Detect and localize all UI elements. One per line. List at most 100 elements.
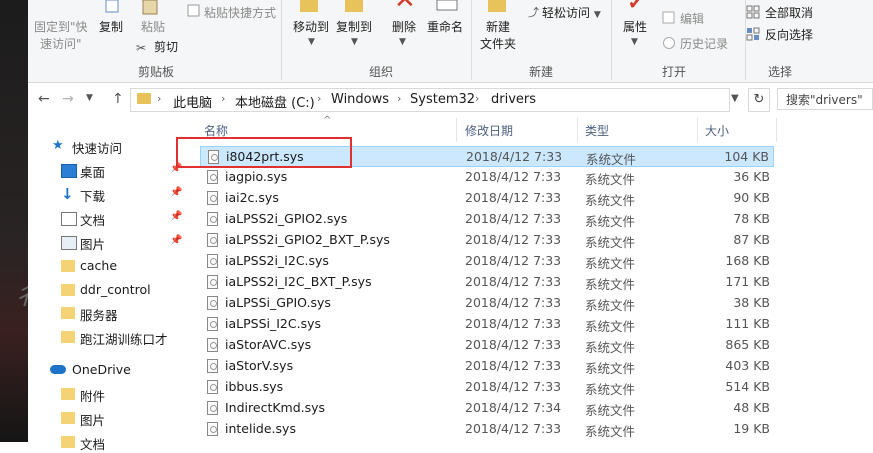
properties-chevron-down-icon[interactable]: ▼ bbox=[631, 34, 638, 50]
table-row[interactable]: i8042prt.sys 2018/4/12 7:33 系统文件 104 KB bbox=[200, 146, 774, 167]
move-to-chevron-down-icon[interactable]: ▼ bbox=[308, 34, 315, 50]
refresh-icon[interactable]: ↻ bbox=[748, 88, 770, 112]
file-modified-date: 2018/4/12 7:33 bbox=[465, 211, 562, 226]
sort-ascending-icon: ^ bbox=[323, 115, 332, 126]
address-history-chevron-icon[interactable]: ▼ bbox=[731, 93, 739, 104]
table-row[interactable]: iaLPSSi_I2C.sys 2018/4/12 7:33 系统文件 111 KB bbox=[200, 314, 774, 335]
file-type: 系统文件 bbox=[586, 152, 637, 167]
back-arrow-icon[interactable]: ← bbox=[38, 91, 50, 107]
delete-button[interactable]: 删除 bbox=[392, 19, 416, 35]
properties-button[interactable]: 属性 bbox=[623, 19, 647, 35]
rename-button[interactable]: 重命名 bbox=[427, 19, 463, 35]
nav-item-pictures[interactable]: 图片 📌 bbox=[28, 231, 188, 253]
new-folder-button[interactable]: 新建 bbox=[486, 19, 510, 35]
column-header-name[interactable]: 名称 bbox=[204, 122, 228, 139]
crumb-separator-icon[interactable]: › bbox=[157, 92, 161, 105]
history-icon bbox=[663, 37, 675, 49]
move-to-label: 移动到 bbox=[293, 20, 330, 34]
paste-shortcut-button[interactable]: 粘贴快捷方式 bbox=[204, 5, 276, 21]
column-header-date[interactable]: 修改日期 bbox=[465, 122, 513, 139]
table-row[interactable]: ibbus.sys 2018/4/12 7:33 系统文件 514 KB bbox=[200, 377, 774, 398]
system-file-icon bbox=[207, 359, 218, 373]
folder-icon bbox=[61, 260, 75, 272]
clipboard-group-label: 剪贴板 bbox=[138, 65, 175, 79]
nav-item-downloads[interactable]: ↓ 下载 📌 bbox=[28, 183, 188, 205]
breadcrumb-this-pc[interactable]: 此电脑 bbox=[173, 92, 212, 111]
move-to-icon bbox=[300, 0, 318, 12]
column-divider[interactable] bbox=[577, 118, 578, 142]
table-row[interactable]: iaLPSS2i_I2C_BXT_P.sys 2018/4/12 7:33 系统文件… bbox=[200, 272, 774, 293]
pin-quick-access-button[interactable]: 固定到"快 bbox=[34, 19, 88, 35]
table-row[interactable]: iaStorAVC.sys 2018/4/12 7:33 系统文件 865 KB bbox=[200, 335, 774, 356]
table-row[interactable]: IndirectKmd.sys 2018/4/12 7:34 系统文件 48 KB bbox=[200, 398, 774, 419]
select-none-button[interactable]: 全部取消 bbox=[765, 5, 813, 21]
table-row[interactable]: intelide.sys 2018/4/12 7:33 系统文件 19 KB bbox=[200, 419, 774, 440]
file-size: 403 KB bbox=[725, 358, 770, 373]
nav-item-desktop[interactable]: 桌面 📌 bbox=[28, 159, 188, 181]
paste-shortcut-icon bbox=[187, 4, 200, 17]
up-arrow-icon[interactable]: ↑ bbox=[112, 91, 124, 107]
column-divider[interactable] bbox=[456, 118, 457, 142]
nav-onedrive[interactable]: OneDrive bbox=[28, 359, 188, 381]
copy-to-chevron-down-icon[interactable]: ▼ bbox=[351, 34, 358, 50]
forward-arrow-icon[interactable]: → bbox=[62, 91, 74, 107]
breadcrumb-drivers[interactable]: drivers bbox=[491, 92, 536, 107]
table-row[interactable]: iaLPSS2i_GPIO2.sys 2018/4/12 7:33 系统文件 78 K… bbox=[200, 209, 774, 230]
column-header-size[interactable]: 大小 bbox=[705, 122, 729, 139]
column-divider[interactable] bbox=[776, 118, 777, 142]
move-to-button[interactable]: 移动到 bbox=[293, 19, 329, 35]
easy-access-button[interactable]: 轻松访问 ▼ bbox=[542, 5, 601, 23]
pin-quick-access-label: 固定到"快 bbox=[34, 20, 88, 34]
edit-button[interactable]: 编辑 bbox=[680, 11, 704, 27]
column-divider[interactable] bbox=[697, 118, 698, 142]
pin-quick-access-label-2: 速访问" bbox=[40, 37, 82, 51]
column-header-type[interactable]: 类型 bbox=[585, 122, 609, 139]
nav-item-speech-training[interactable]: 跑江湖训练口才 bbox=[28, 326, 188, 348]
nav-item-documents[interactable]: 文档 📌 bbox=[28, 207, 188, 229]
file-type: 系统文件 bbox=[585, 424, 636, 439]
nav-item-ddr-control[interactable]: ddr_control bbox=[28, 279, 188, 301]
nav-item-cache[interactable]: cache bbox=[28, 255, 188, 277]
copy-button[interactable]: 复制 bbox=[99, 19, 123, 35]
file-type: 系统文件 bbox=[585, 403, 636, 418]
history-button[interactable]: 历史记录 bbox=[680, 36, 728, 52]
system-file-icon bbox=[207, 422, 218, 436]
file-type: 系统文件 bbox=[585, 193, 636, 208]
star-icon: ★ bbox=[52, 138, 64, 153]
nav-item-onedrive-pictures[interactable]: 图片 bbox=[28, 407, 188, 429]
delete-chevron-down-icon[interactable]: ▼ bbox=[399, 34, 406, 50]
invert-selection-button[interactable]: 反向选择 bbox=[765, 27, 813, 43]
paste-button[interactable]: 粘贴 bbox=[141, 19, 165, 35]
nav-quick-access[interactable]: ★ 快速访问 bbox=[28, 135, 188, 157]
folder-icon bbox=[137, 93, 151, 104]
table-row[interactable]: iai2c.sys 2018/4/12 7:33 系统文件 90 KB bbox=[200, 188, 774, 209]
table-row[interactable]: iaLPSSi_GPIO.sys 2018/4/12 7:33 系统文件 38 KB bbox=[200, 293, 774, 314]
nav-item-label: 图片 bbox=[80, 237, 106, 252]
nav-item-onedrive-documents[interactable]: 文档 bbox=[28, 431, 188, 453]
pictures-icon bbox=[61, 236, 77, 250]
crumb-separator-icon[interactable]: › bbox=[221, 92, 225, 105]
table-row[interactable]: iagpio.sys 2018/4/12 7:33 系统文件 36 KB bbox=[200, 167, 774, 188]
desktop-icon bbox=[61, 164, 77, 178]
crumb-separator-icon[interactable]: › bbox=[397, 92, 401, 105]
edit-icon bbox=[662, 11, 675, 24]
recent-locations-chevron-icon[interactable]: ▼ bbox=[86, 93, 93, 103]
nav-item-attachments[interactable]: 附件 bbox=[28, 383, 188, 405]
nav-item-server[interactable]: 服务器 bbox=[28, 302, 188, 324]
breadcrumb-local-disk[interactable]: 本地磁盘 (C:) bbox=[235, 92, 315, 111]
table-row[interactable]: iaLPSS2i_GPIO2_BXT_P.sys 2018/4/12 7:33 系统… bbox=[200, 230, 774, 251]
table-row[interactable]: iaStorV.sys 2018/4/12 7:33 系统文件 403 KB bbox=[200, 356, 774, 377]
cut-button[interactable]: 剪切 bbox=[154, 39, 178, 55]
search-input[interactable]: 搜索"drivers" bbox=[777, 88, 873, 110]
breadcrumb-windows[interactable]: Windows bbox=[331, 92, 389, 107]
breadcrumb-system32[interactable]: System32 bbox=[410, 92, 475, 107]
copy-to-button[interactable]: 复制到 bbox=[336, 19, 372, 35]
file-modified-date: 2018/4/12 7:34 bbox=[465, 400, 562, 415]
crumb-separator-icon[interactable]: › bbox=[475, 92, 479, 105]
system-file-icon bbox=[207, 275, 218, 289]
crumb-separator-icon[interactable]: › bbox=[317, 92, 321, 105]
new-group-label: 新建 bbox=[529, 65, 554, 79]
table-row[interactable]: iaLPSS2i_I2C.sys 2018/4/12 7:33 系统文件 168 KB bbox=[200, 251, 774, 272]
file-size: 19 KB bbox=[733, 421, 770, 436]
address-bar[interactable]: › 此电脑 › 本地磁盘 (C:) › Windows › System32 ›… bbox=[130, 88, 730, 112]
